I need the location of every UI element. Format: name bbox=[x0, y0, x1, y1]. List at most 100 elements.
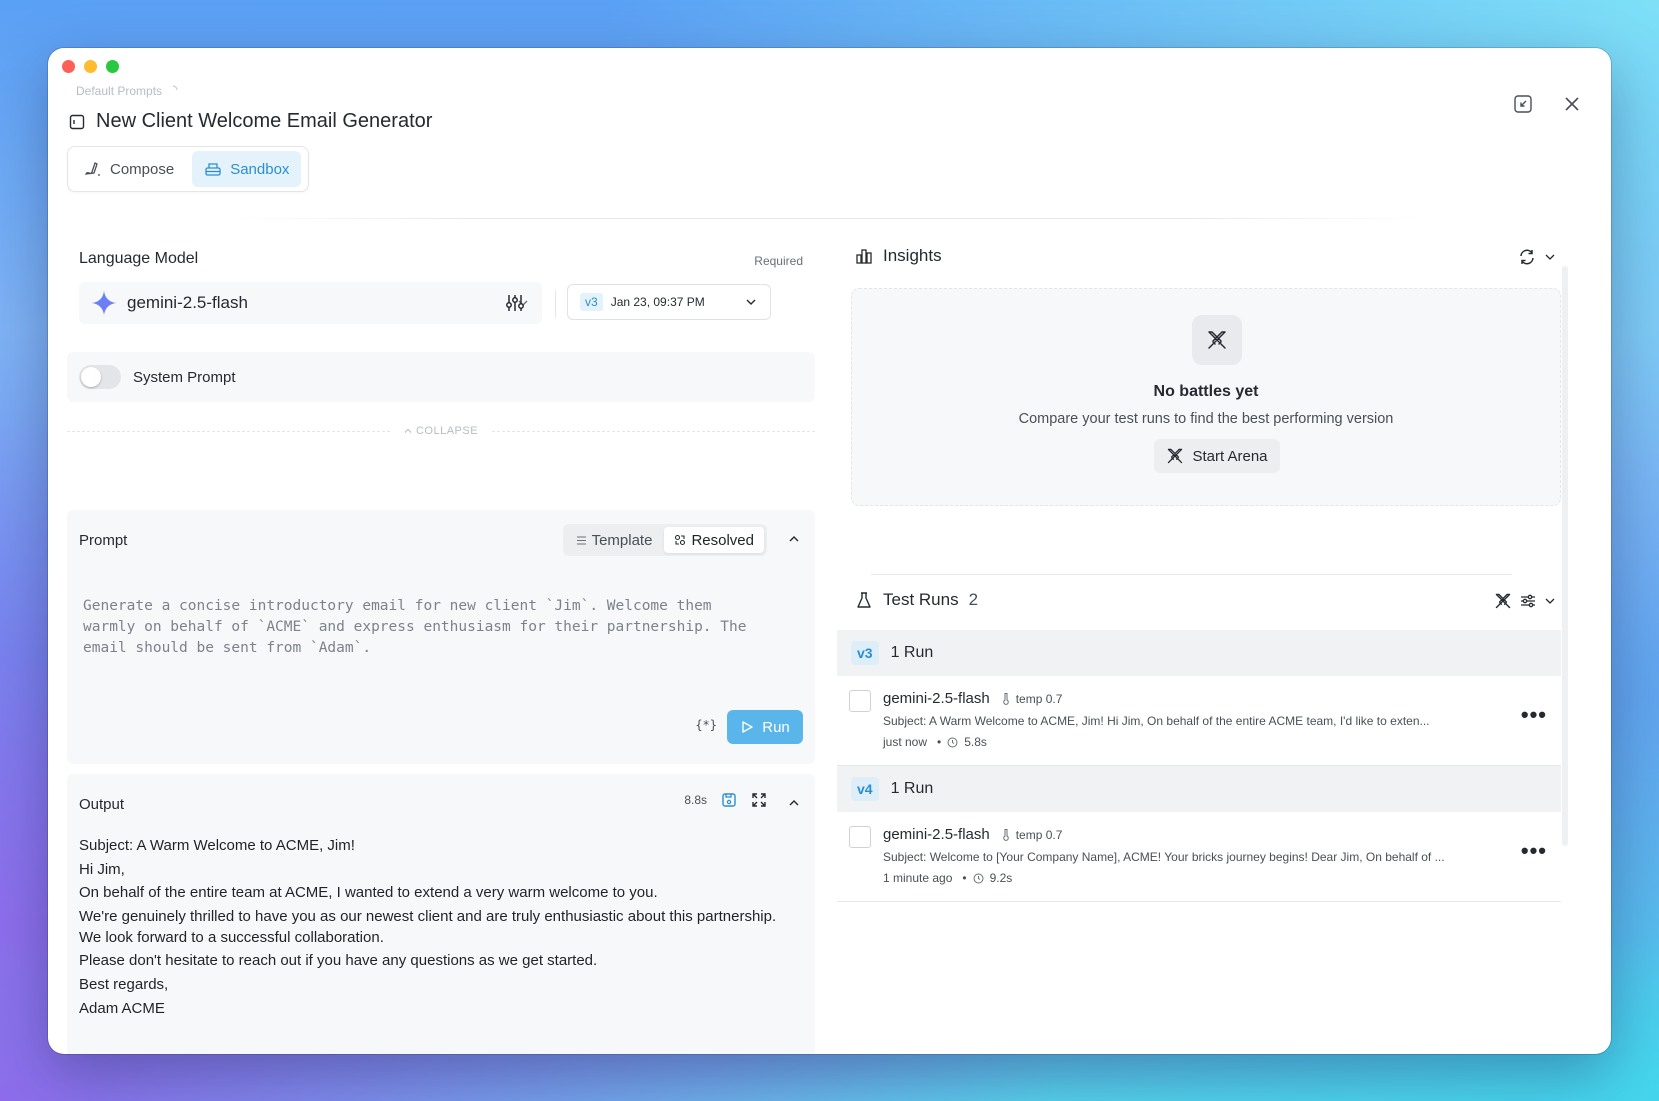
system-prompt-toggle[interactable] bbox=[79, 365, 121, 389]
prompt-doc-icon bbox=[69, 114, 85, 129]
sandbox-icon bbox=[205, 163, 221, 176]
run-checkbox[interactable] bbox=[849, 690, 871, 712]
clock-icon bbox=[947, 737, 958, 747]
version-badge: v3 bbox=[580, 293, 603, 311]
editor-column: Language Model Required gemini-2.5-flash… bbox=[67, 226, 815, 1054]
run-count: 1 Run bbox=[890, 780, 934, 797]
window-actions bbox=[1513, 94, 1581, 114]
version-group-header[interactable]: v3 1 Run bbox=[837, 630, 1561, 676]
system-prompt-label: System Prompt bbox=[133, 368, 236, 386]
empty-title: No battles yet bbox=[1153, 383, 1259, 400]
chevron-down-icon bbox=[746, 299, 756, 305]
test-run-item[interactable]: gemini-2.5-flash temp 0.7 Subject: Welco… bbox=[837, 812, 1561, 902]
more-options-icon[interactable]: ••• bbox=[1521, 838, 1547, 864]
collapse-divider: COLLAPSE bbox=[67, 424, 815, 438]
run-duration: 9.2s bbox=[989, 871, 1013, 885]
run-button[interactable]: Run bbox=[727, 710, 803, 744]
run-summary: Subject: Welcome to [Your Company Name],… bbox=[883, 850, 1445, 864]
model-name: gemini-2.5-flash bbox=[127, 293, 248, 312]
output-text[interactable]: Subject: A Warm Welcome to ACME, Jim! Hi… bbox=[79, 836, 799, 1022]
empty-subtitle: Compare your test runs to find the best … bbox=[1018, 411, 1394, 427]
tab-sandbox[interactable]: Sandbox bbox=[192, 151, 302, 187]
version-select[interactable]: v3 Jan 23, 09:37 PM bbox=[567, 284, 771, 320]
bar-chart-icon bbox=[856, 249, 872, 264]
run-model-row: gemini-2.5-flash temp 0.7 bbox=[883, 690, 1062, 707]
close-icon[interactable] bbox=[1563, 95, 1581, 113]
breadcrumb[interactable]: Default Prompts bbox=[76, 84, 178, 98]
test-runs-title: Test Runs bbox=[883, 590, 959, 609]
model-select[interactable]: gemini-2.5-flash bbox=[79, 282, 542, 324]
run-model-row: gemini-2.5-flash temp 0.7 bbox=[883, 826, 1062, 843]
gemini-logo-icon bbox=[92, 291, 116, 315]
output-line: Adam ACME bbox=[79, 999, 165, 1017]
prompt-text[interactable]: Generate a concise introductory email fo… bbox=[83, 596, 783, 659]
chevron-up-icon bbox=[404, 428, 412, 433]
run-meta: 1 minute ago • 9.2s bbox=[883, 871, 1012, 885]
chevron-down-icon[interactable] bbox=[1544, 595, 1556, 607]
template-label: Template bbox=[591, 531, 653, 549]
divider bbox=[871, 574, 1512, 575]
output-panel: Output 8.8s Subject: A Warm Welcome to A… bbox=[67, 774, 815, 1054]
clock-icon bbox=[973, 873, 984, 883]
chevron-up-icon[interactable] bbox=[787, 532, 801, 546]
chevron-down-icon[interactable] bbox=[1544, 251, 1556, 263]
prompt-panel: Prompt Template Resolved Generate a conc… bbox=[67, 510, 815, 764]
required-label: Required bbox=[754, 254, 803, 268]
start-arena-button[interactable]: Start Arena bbox=[1154, 439, 1280, 473]
output-line: Best regards, bbox=[79, 975, 169, 993]
insights-header: Insights bbox=[855, 246, 942, 266]
breadcrumb-label: Default Prompts bbox=[76, 84, 163, 98]
minimize-window-button[interactable] bbox=[84, 60, 97, 73]
run-summary: Subject: A Warm Welcome to ACME, Jim! Hi… bbox=[883, 714, 1430, 728]
run-temperature: temp 0.7 bbox=[1002, 691, 1063, 706]
tab-compose[interactable]: Compose bbox=[72, 151, 186, 187]
resolved-view-button[interactable]: Resolved bbox=[664, 527, 764, 553]
version-group-header[interactable]: v4 1 Run bbox=[837, 766, 1561, 812]
prompt-title: Prompt bbox=[79, 532, 128, 549]
run-checkbox[interactable] bbox=[849, 826, 871, 848]
run-model: gemini-2.5-flash bbox=[883, 690, 990, 707]
template-view-button[interactable]: Template bbox=[566, 527, 663, 553]
flask-icon bbox=[857, 592, 871, 608]
refresh-icon[interactable] bbox=[1518, 248, 1536, 266]
chevron-up-icon[interactable] bbox=[787, 796, 801, 810]
run-temp-value: temp 0.7 bbox=[1015, 691, 1063, 706]
model-settings-icon[interactable] bbox=[504, 292, 526, 314]
spinner-icon bbox=[168, 84, 178, 98]
maximize-window-button[interactable] bbox=[106, 60, 119, 73]
template-icon bbox=[576, 535, 586, 545]
output-line: We're genuinely thrilled to have you as … bbox=[79, 908, 777, 946]
output-meta: 8.8s bbox=[684, 792, 767, 808]
collapse-window-icon[interactable] bbox=[1513, 94, 1533, 114]
run-label: Run bbox=[762, 718, 790, 736]
page-title-row: New Client Welcome Email Generator bbox=[68, 110, 432, 133]
thermometer-icon bbox=[1002, 693, 1009, 705]
collapse-button[interactable]: COLLAPSE bbox=[404, 425, 478, 437]
scrollbar[interactable] bbox=[1562, 266, 1568, 846]
prompt-view-toggle: Template Resolved bbox=[562, 524, 767, 556]
header-divider bbox=[228, 218, 1431, 219]
test-runs-count: 2 bbox=[968, 590, 979, 609]
resolved-label: Resolved bbox=[691, 531, 754, 549]
run-time: just now bbox=[883, 735, 928, 749]
output-line: Please don't hesitate to reach out if yo… bbox=[79, 952, 598, 970]
output-line: On behalf of the entire team at ACME, I … bbox=[79, 884, 658, 902]
variables-button[interactable]: {*} bbox=[695, 718, 717, 732]
expand-icon[interactable] bbox=[751, 792, 767, 808]
filter-icon[interactable] bbox=[1520, 593, 1536, 609]
run-count: 1 Run bbox=[890, 644, 934, 661]
test-run-item[interactable]: gemini-2.5-flash temp 0.7 Subject: A War… bbox=[837, 676, 1561, 766]
more-options-icon[interactable]: ••• bbox=[1521, 702, 1547, 728]
swords-icon[interactable] bbox=[1494, 592, 1512, 610]
close-window-button[interactable] bbox=[62, 60, 75, 73]
test-runs-header: Test Runs 2 bbox=[855, 590, 978, 610]
thermometer-icon bbox=[1002, 829, 1009, 841]
compose-icon bbox=[84, 162, 100, 176]
insights-actions bbox=[1518, 248, 1556, 266]
page-title: New Client Welcome Email Generator bbox=[96, 110, 433, 132]
mode-tabs: Compose Sandbox bbox=[67, 146, 309, 192]
dot-separator: • bbox=[937, 735, 942, 749]
save-icon[interactable] bbox=[721, 792, 737, 808]
results-column: Insights No battles yet Compare your tes… bbox=[831, 226, 1572, 1046]
run-meta: just now • 5.8s bbox=[883, 735, 987, 749]
